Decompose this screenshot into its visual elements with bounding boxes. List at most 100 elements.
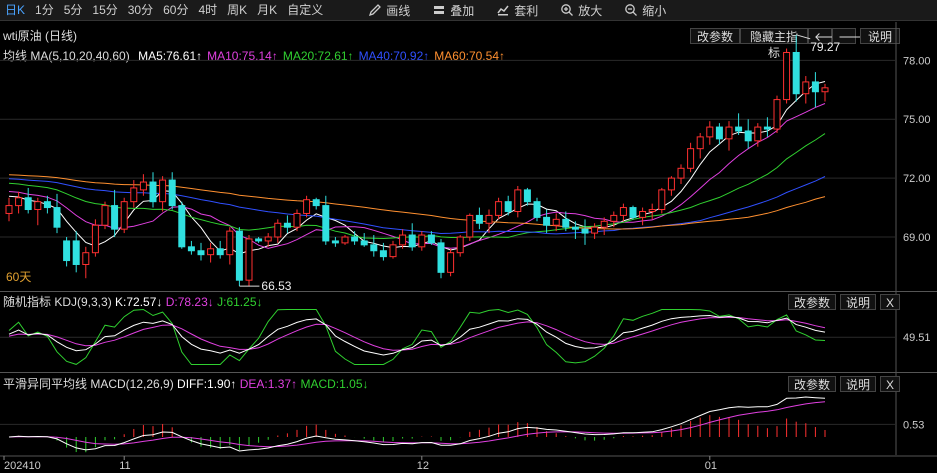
candle-body — [283, 222, 291, 228]
candle — [581, 219, 589, 245]
candle-body — [312, 199, 320, 207]
macd-diff-value: DIFF:1.90↑ — [177, 377, 237, 391]
candle — [34, 197, 42, 226]
high-marker-line — [796, 34, 811, 40]
candle — [754, 123, 762, 147]
candle-body — [418, 234, 426, 248]
candle-body — [130, 187, 138, 203]
candle-body — [562, 218, 570, 228]
candle-body — [495, 201, 503, 216]
candle — [255, 237, 263, 243]
macd-legend: 平滑异同平均线 MACD(12,26,9) DIFF:1.90↑ DEA:1.3… — [3, 375, 369, 392]
candle-body — [811, 81, 819, 93]
candle — [523, 187, 531, 206]
candle-body — [149, 181, 157, 203]
candle — [312, 197, 320, 210]
kdj-k-value: K:72.57↓ — [115, 295, 163, 309]
candle-body — [24, 197, 32, 211]
candle-body — [427, 234, 435, 244]
candle-body — [504, 201, 512, 212]
chart-window: 日K 1分 5分 15分 30分 60分 4时 周K 月K 自定义 画线 叠加 套利 放大 缩小 wti原… — [0, 0, 937, 473]
candle-body — [466, 214, 474, 238]
candle-body — [370, 244, 378, 252]
candle — [735, 113, 743, 135]
candle — [696, 132, 704, 159]
candle-body — [725, 126, 733, 140]
candle-body — [53, 207, 61, 228]
candle-body — [610, 214, 618, 222]
candle — [178, 201, 186, 249]
candle — [677, 164, 685, 184]
candle — [715, 123, 723, 145]
x-axis-label: 202410 — [4, 460, 41, 472]
candle-body — [715, 126, 723, 140]
candle-body — [197, 250, 205, 256]
candle — [821, 83, 829, 102]
macd-close-button[interactable]: X — [880, 376, 900, 392]
candle-body — [101, 205, 109, 226]
candle — [610, 211, 618, 228]
candle-body — [437, 242, 445, 273]
candle-body — [216, 248, 224, 256]
candle-body — [581, 228, 589, 234]
candle-body — [696, 136, 704, 150]
candle — [811, 72, 819, 108]
kdj-label: 随机指标 KDJ(9,3,3) — [3, 295, 112, 309]
kdj-close-button[interactable]: X — [880, 294, 900, 310]
macd-change-params-button[interactable]: 改参数 — [788, 376, 836, 392]
candle-body — [5, 205, 13, 214]
ma10-line — [8, 103, 826, 249]
candle-body — [821, 87, 829, 93]
candle — [763, 117, 771, 137]
period-count-label: 60天 — [6, 270, 31, 284]
candle-body — [120, 201, 128, 230]
kdj-help-button[interactable]: 说明 — [840, 294, 876, 310]
candle — [207, 242, 215, 263]
candle-body — [399, 234, 407, 246]
candle — [389, 240, 397, 259]
candle — [130, 180, 138, 208]
candle-body — [264, 236, 272, 242]
candle — [303, 195, 311, 218]
candle — [226, 227, 234, 265]
candle-body — [293, 212, 301, 228]
kdj-j-value: J:61.25↓ — [217, 295, 263, 309]
kdj-y-tick: 49.51 — [903, 332, 931, 344]
candle — [619, 203, 627, 222]
candle-body — [639, 210, 647, 218]
macd-plot: 0.53 — [0, 396, 924, 453]
candle-body — [43, 201, 51, 209]
candle-body — [456, 236, 464, 254]
candle-body — [667, 177, 675, 191]
kdj-change-params-button[interactable]: 改参数 — [788, 294, 836, 310]
candle-body — [475, 214, 483, 224]
candle-body — [802, 81, 810, 95]
candle-body — [168, 179, 176, 207]
candle — [63, 237, 71, 267]
candle-body — [543, 216, 551, 226]
candle — [514, 185, 522, 218]
candle-body — [72, 240, 80, 265]
candle-body — [600, 220, 608, 228]
candle-body — [303, 199, 311, 214]
candle-body — [379, 250, 387, 258]
candle — [658, 187, 666, 214]
candle — [792, 34, 800, 102]
candle — [783, 48, 791, 104]
candle-body — [773, 99, 781, 130]
candle — [667, 176, 675, 196]
candle-body — [341, 236, 349, 244]
candle — [437, 238, 445, 279]
macd-help-button[interactable]: 说明 — [840, 376, 876, 392]
candle — [341, 235, 349, 245]
candle-body — [523, 189, 531, 203]
candle-body — [235, 230, 243, 281]
candle — [264, 233, 272, 247]
candle — [159, 176, 167, 212]
candle-body — [111, 205, 119, 230]
candle-body — [91, 224, 99, 254]
candle — [706, 121, 714, 145]
ma5-line — [8, 81, 826, 255]
candle — [274, 219, 282, 243]
candle-body — [178, 205, 186, 248]
